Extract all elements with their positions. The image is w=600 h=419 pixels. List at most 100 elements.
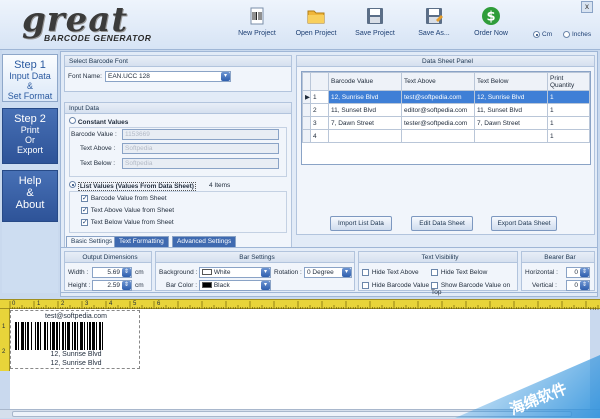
- width-stepper[interactable]: 5.69 ⇕: [92, 267, 132, 278]
- table-header-cell[interactable]: Text Below: [474, 72, 548, 91]
- barcode-from-sheet-checkbox[interactable]: Barcode Value from Sheet: [81, 194, 167, 202]
- hide-barcode-value-checkbox[interactable]: Hide Barcode Value: [362, 282, 429, 289]
- table-row[interactable]: 3 7, Dawn Street tester@softpedia.com 7,…: [302, 116, 590, 130]
- barcode-bar: [47, 322, 48, 350]
- text-below-input[interactable]: Softpedia: [122, 158, 279, 169]
- vertical-stepper[interactable]: 0 ⇕: [566, 280, 590, 291]
- table-cell[interactable]: [401, 129, 475, 143]
- background-select[interactable]: White ▾: [199, 267, 271, 278]
- unit-inches-radio[interactable]: Inches: [563, 31, 591, 38]
- save-as-button[interactable]: Save As...: [405, 6, 463, 37]
- constant-values-radio[interactable]: Constant Values: [69, 117, 128, 126]
- table-header-cell[interactable]: Print Quantity: [547, 72, 590, 91]
- table-cell[interactable]: 7, Dawn Street: [328, 116, 402, 130]
- text-above-input[interactable]: Softpedia: [122, 143, 279, 154]
- constant-values-label: Constant Values: [77, 119, 129, 126]
- color-swatch: [202, 269, 212, 276]
- help-line2: &: [26, 187, 34, 199]
- tab-basic-settings[interactable]: Basic Settings: [66, 236, 118, 247]
- font-name-select[interactable]: EAN.UCC 128 ▾: [105, 71, 231, 82]
- show-value-on-top-checkbox[interactable]: Show Barcode Value on Top: [431, 282, 517, 296]
- preview-canvas[interactable]: test@softpedia.com 12, Sunrise Blvd 12, …: [10, 309, 590, 409]
- tab-text-formatting[interactable]: Text Formatting: [114, 236, 169, 247]
- hide-text-below-checkbox[interactable]: Hide Text Below: [431, 269, 487, 276]
- table-cell[interactable]: test@softpedia.com: [401, 90, 475, 104]
- table-row[interactable]: 2 11, Sunset Blvd editor@softpedia.com 1…: [302, 103, 590, 117]
- new-project-button[interactable]: New Project: [228, 6, 286, 37]
- export-data-sheet-button[interactable]: Export Data Sheet: [491, 216, 557, 231]
- hide-text-above-checkbox[interactable]: Hide Text Above: [362, 269, 419, 276]
- below-from-sheet-label: Text Below Value from Sheet: [90, 219, 174, 227]
- barcode-bar: [15, 322, 17, 350]
- width-value: 5.69: [107, 269, 120, 276]
- open-project-button[interactable]: Open Project: [287, 6, 345, 37]
- barcode-label-preview[interactable]: test@softpedia.com 12, Sunrise Blvd 12, …: [10, 310, 140, 369]
- hide-text-below-label: Hide Text Below: [440, 269, 488, 277]
- sidebar-item-help[interactable]: Help & About: [2, 170, 58, 222]
- table-cell[interactable]: 11, Sunset Blvd: [474, 103, 548, 117]
- ruler-label: 3: [85, 301, 89, 307]
- bar-settings-group: Bar Settings Background : White ▾ Rotati…: [155, 251, 355, 291]
- stepper-icon: ⇕: [580, 281, 589, 290]
- tab-advanced-settings[interactable]: Advanced Settings: [172, 236, 237, 247]
- step2-line1: Print: [20, 125, 40, 135]
- table-header-cell: [310, 72, 329, 91]
- save-project-button[interactable]: Save Project: [346, 6, 404, 37]
- table-header-cell[interactable]: Barcode Value: [328, 72, 402, 91]
- order-now-button[interactable]: $ Order Now: [462, 6, 520, 37]
- table-cell[interactable]: 1: [547, 103, 590, 117]
- checkbox-icon: [431, 282, 438, 289]
- horizontal-stepper[interactable]: 0 ⇕: [566, 267, 590, 278]
- sidebar-item-step1[interactable]: Step 1 Input Data & Set Format: [2, 54, 58, 102]
- vertical-ruler: 1 2: [0, 309, 10, 371]
- bar-color-select[interactable]: Black ▾: [199, 280, 271, 291]
- table-header-cell[interactable]: Text Above: [401, 72, 475, 91]
- import-list-data-button[interactable]: Import List Data: [330, 216, 392, 231]
- table-cell[interactable]: [474, 129, 548, 143]
- height-stepper[interactable]: 2.59 ⇕: [92, 280, 132, 291]
- radio-selected-icon: [69, 181, 76, 188]
- table-cell[interactable]: 12, Sunrise Blvd: [474, 90, 548, 104]
- settings-area: Output Dimensions Width : 5.69 ⇕ cm Heig…: [60, 247, 598, 296]
- save-as-label: Save As...: [418, 30, 450, 37]
- table-cell[interactable]: 12, Sunrise Blvd: [328, 90, 402, 104]
- table-header-cell: [302, 72, 311, 91]
- table-cell[interactable]: 1: [547, 129, 590, 143]
- checkbox-icon: [431, 269, 438, 276]
- table-cell[interactable]: 1: [547, 116, 590, 130]
- barcode-value-input[interactable]: 1153669: [122, 129, 279, 140]
- preview-barcode-value: 12, Sunrise Blvd: [50, 351, 102, 358]
- list-values-radio[interactable]: List Values (Values From Data Sheet): [69, 181, 196, 191]
- close-button[interactable]: x: [581, 1, 593, 13]
- table-cell[interactable]: 7, Dawn Street: [474, 116, 548, 130]
- datasheet-grid[interactable]: Barcode Value Text Above Text Below Prin…: [301, 71, 591, 165]
- barcode-bar: [25, 322, 26, 350]
- table-row[interactable]: 4 1: [302, 129, 590, 143]
- table-cell[interactable]: 11, Sunset Blvd: [328, 103, 402, 117]
- ruler-label: 1: [2, 324, 6, 330]
- rotation-label: Rotation :: [274, 269, 302, 276]
- table-cell[interactable]: editor@softpedia.com: [401, 103, 475, 117]
- step1-line3: Set Format: [7, 91, 53, 101]
- rotation-select[interactable]: 0 Degree ▾: [304, 267, 352, 278]
- below-from-sheet-checkbox[interactable]: Text Below Value from Sheet: [81, 218, 174, 227]
- table-cell[interactable]: 1: [547, 90, 590, 104]
- table-cell[interactable]: [328, 129, 402, 143]
- unit-cm-radio[interactable]: Cm: [533, 31, 552, 38]
- table-cell[interactable]: tester@softpedia.com: [401, 116, 475, 130]
- height-label: Height :: [68, 282, 91, 289]
- barcode-bar: [65, 322, 66, 350]
- new-project-icon: [247, 6, 267, 26]
- edit-data-sheet-button[interactable]: Edit Data Sheet: [411, 216, 473, 231]
- above-from-sheet-checkbox[interactable]: Text Above Value from Sheet: [81, 206, 174, 214]
- sidebar-item-step2[interactable]: Step 2 Print Or Export: [2, 108, 58, 164]
- step2-line2: Or: [25, 135, 35, 145]
- background-label: Background :: [159, 269, 198, 276]
- checkbox-icon: [362, 282, 369, 289]
- table-row[interactable]: ▶ 1 12, Sunrise Blvd test@softpedia.com …: [302, 90, 590, 104]
- barcode-bar: [56, 322, 58, 350]
- height-value: 2.59: [107, 282, 120, 289]
- hide-barcode-value-label: Hide Barcode Value: [371, 282, 430, 290]
- output-dimensions-group: Output Dimensions Width : 5.69 ⇕ cm Heig…: [64, 251, 152, 291]
- floppy-disk-icon: [365, 6, 385, 26]
